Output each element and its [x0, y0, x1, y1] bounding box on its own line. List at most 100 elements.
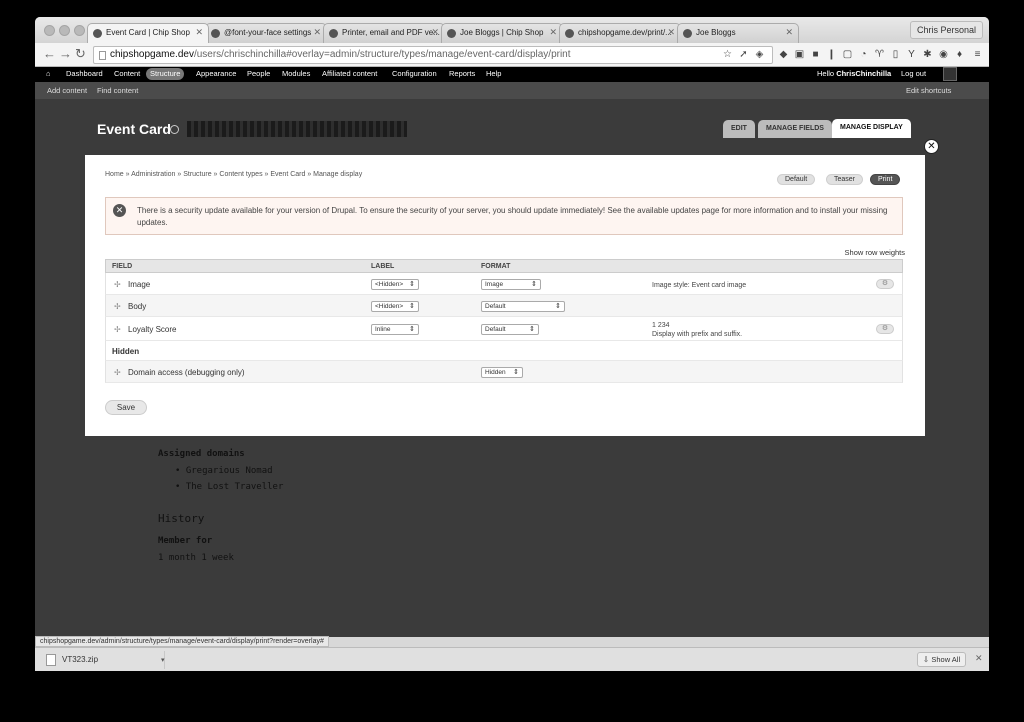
overlay-panel: Home » Administration » Structure » Cont… — [85, 155, 925, 436]
warning-text: There is a security update available for… — [137, 206, 888, 227]
tab-edit[interactable]: EDIT — [723, 120, 755, 138]
filter-icon[interactable]: Y — [905, 48, 918, 61]
settings-gear-icon[interactable]: ⚙ — [876, 279, 894, 289]
drag-handle-icon[interactable]: ✢ — [114, 368, 121, 377]
obscured-title-text — [187, 121, 407, 137]
secondary-tab-teaser[interactable]: Teaser — [826, 174, 864, 185]
field-name: Image — [128, 280, 151, 289]
label-select[interactable]: <Hidden> ⇕ — [371, 279, 419, 290]
shield-icon[interactable]: ■ — [809, 48, 822, 61]
close-window-icon[interactable] — [44, 25, 55, 36]
secondary-tab-default[interactable]: Default — [777, 174, 816, 185]
admin-menu-dashboard[interactable]: Dashboard — [66, 69, 103, 78]
settings-gear-icon[interactable]: ⚙ — [876, 324, 894, 334]
back-arrow-icon[interactable]: ← — [43, 47, 56, 61]
menu-icon[interactable]: ≡ — [971, 48, 984, 61]
hidden-region-header: Hidden — [105, 341, 903, 361]
close-tab-icon[interactable]: ✕ — [195, 27, 203, 38]
extension-icon[interactable]: ➚ — [737, 48, 750, 61]
browser-tab[interactable]: Printer, email and PDF ve... ✕ — [323, 23, 445, 43]
close-downloads-icon[interactable]: ✕ — [975, 653, 983, 664]
pin-icon[interactable]: ♈ — [873, 48, 886, 61]
secondary-tab-print[interactable]: Print — [870, 174, 901, 185]
close-overlay-icon[interactable]: ✕ — [924, 139, 939, 154]
admin-menu-people[interactable]: People — [247, 69, 270, 78]
drag-handle-icon[interactable]: ✢ — [114, 302, 121, 311]
breadcrumb[interactable]: Home » Administration » Structure » Cont… — [105, 171, 362, 178]
browser-tab[interactable]: Event Card | Chip Shop ✕ — [87, 23, 209, 43]
summary-note: Display with prefix and suffix. — [652, 331, 743, 338]
home-icon[interactable]: ⌂ — [46, 69, 51, 78]
close-tab-icon[interactable]: ✕ — [785, 27, 793, 38]
domain-name: Gregarious Nomad — [185, 466, 273, 476]
label-select[interactable]: Inline ⇕ — [371, 324, 419, 335]
close-tab-icon[interactable]: ✕ — [431, 27, 439, 38]
admin-menu-affiliated-content[interactable]: Affiliated content — [322, 69, 377, 78]
tool-icon[interactable]: ◉ — [937, 48, 950, 61]
reload-icon[interactable]: ↻ — [75, 47, 86, 61]
minimize-window-icon[interactable] — [59, 25, 70, 36]
security-warning-message: ✕ There is a security update available f… — [105, 197, 903, 235]
admin-menu-reports[interactable]: Reports — [449, 69, 475, 78]
format-select-value: Default — [485, 326, 506, 333]
member-for-label: Member for — [158, 536, 213, 546]
add-content-link[interactable]: Add content — [47, 86, 87, 95]
find-content-link[interactable]: Find content — [97, 86, 138, 95]
chevron-down-icon[interactable]: ▾ — [161, 656, 165, 664]
box-icon[interactable]: ▢ — [841, 48, 854, 61]
show-row-weights-link[interactable]: Show row weights — [845, 248, 905, 257]
pocket-icon[interactable]: ♦ — [953, 48, 966, 61]
code-icon[interactable]: ▯ — [889, 48, 902, 61]
label-select-value: <Hidden> — [375, 303, 404, 310]
label-select[interactable]: <Hidden> ⇕ — [371, 301, 419, 312]
profile-button[interactable]: Chris Personal — [909, 21, 983, 39]
admin-menu-help[interactable]: Help — [486, 69, 501, 78]
select-arrow-icon: ⇕ — [409, 303, 415, 310]
format-select[interactable]: Default ⇕ — [481, 324, 539, 335]
info-icon[interactable]: ❙ — [825, 48, 838, 61]
close-tab-icon[interactable]: ✕ — [667, 27, 675, 38]
assigned-domains-heading: Assigned domains — [158, 449, 245, 459]
save-button[interactable]: Save — [105, 400, 147, 415]
tab-manage-display[interactable]: MANAGE DISPLAY — [832, 119, 911, 138]
browser-tab[interactable]: chipshopgame.dev/print/... ✕ — [559, 23, 681, 43]
edit-shortcuts-link[interactable]: Edit shortcuts — [906, 86, 951, 95]
admin-menu-content[interactable]: Content — [114, 69, 140, 78]
browser-tab[interactable]: @font-your-face settings ✕ — [205, 23, 327, 43]
browser-tab[interactable]: Joe Bloggs ✕ — [677, 23, 799, 43]
drag-handle-icon[interactable]: ✢ — [114, 325, 121, 334]
admin-menu-modules[interactable]: Modules — [282, 69, 310, 78]
admin-menu-configuration[interactable]: Configuration — [392, 69, 437, 78]
admin-menu-appearance[interactable]: Appearance — [196, 69, 236, 78]
gauge-icon[interactable]: ◔ — [857, 48, 870, 61]
show-all-downloads-button[interactable]: ⇩ Show All — [917, 652, 967, 667]
user-name[interactable]: ChrisChinchilla — [836, 69, 891, 78]
badge-icon[interactable]: ▣ — [793, 48, 806, 61]
tab-title: @font-your-face settings — [224, 28, 312, 37]
close-tab-icon[interactable]: ✕ — [549, 27, 557, 38]
browser-tab[interactable]: Joe Bloggs | Chip Shop ✕ — [441, 23, 563, 43]
admin-menu-structure[interactable]: Structure — [146, 68, 185, 80]
sync-icon[interactable]: ✱ — [921, 48, 934, 61]
url-host: chipshopgame.dev — [110, 49, 194, 60]
drag-handle-icon[interactable]: ✢ — [114, 280, 121, 289]
logout-link[interactable]: Log out — [901, 69, 926, 78]
download-item[interactable]: VT323.zip ▾ — [40, 651, 165, 669]
zoom-window-icon[interactable] — [74, 25, 85, 36]
domain-list-item: • Gregarious Nomad — [175, 466, 273, 476]
bookmark-star-icon[interactable]: ☆ — [721, 48, 734, 61]
format-select[interactable]: Default ⇕ — [481, 301, 565, 312]
format-select[interactable]: Hidden ⇕ — [481, 367, 523, 378]
close-tab-icon[interactable]: ✕ — [313, 27, 321, 38]
shortcuts-toggle[interactable] — [943, 67, 957, 81]
domain-name: The Lost Traveller — [185, 482, 284, 492]
format-select[interactable]: Image ⇕ — [481, 279, 541, 290]
forward-arrow-icon[interactable]: → — [59, 47, 72, 61]
tab-manage-fields[interactable]: MANAGE FIELDS — [758, 120, 832, 138]
tag-icon[interactable]: ◈ — [753, 48, 766, 61]
address-bar[interactable]: chipshopgame.dev/users/chrischinchilla#o… — [93, 46, 773, 64]
drupal-favicon-icon — [447, 29, 456, 38]
shortcut-star-icon[interactable] — [170, 125, 179, 134]
layers-icon[interactable]: ◆ — [777, 48, 790, 61]
user-greeting: Hello ChrisChinchilla — [817, 69, 891, 78]
